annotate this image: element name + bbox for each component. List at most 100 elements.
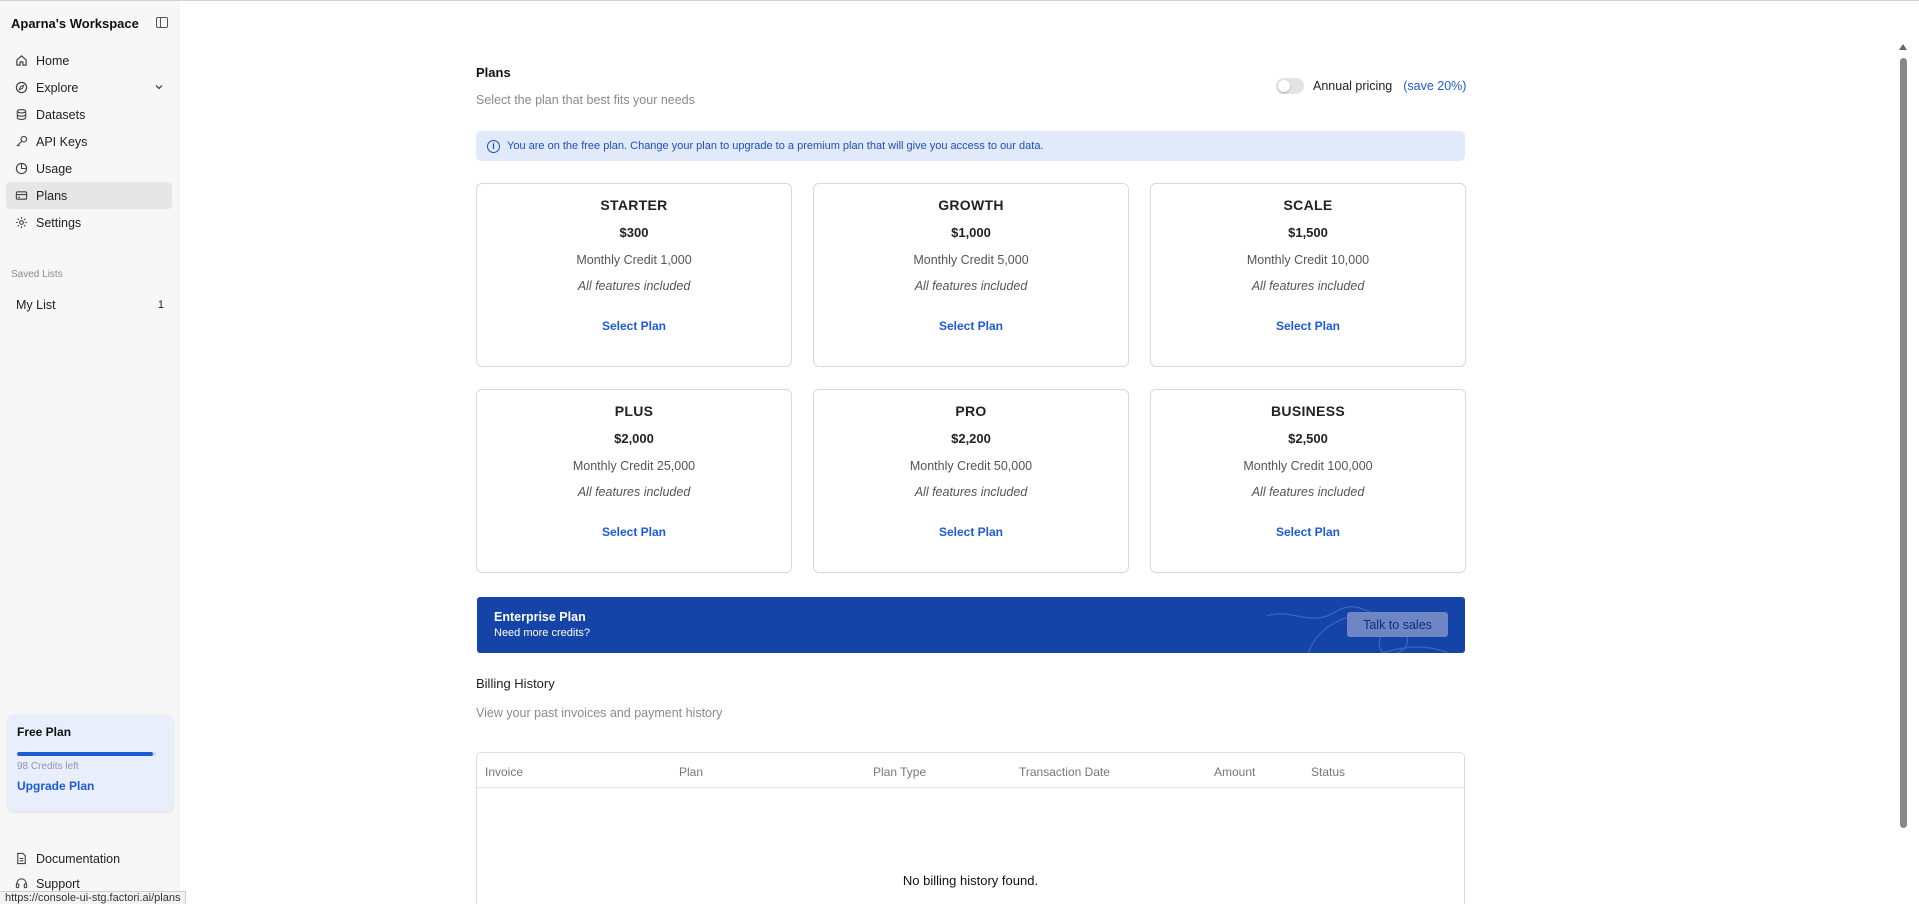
annual-pricing-toggle[interactable] [1276,78,1304,94]
sidebar-item-label: Usage [36,161,73,176]
annual-savings-text: (save 20%) [1403,79,1467,93]
column-header-plan-type[interactable]: Plan Type [873,765,926,779]
plan-price: $2,500 [1288,431,1328,446]
sidebar-item-label: API Keys [36,134,88,149]
sidebar-item-usage[interactable]: Usage [6,155,172,182]
plan-features: All features included [914,279,1028,293]
plan-name: PLUS [614,403,654,419]
table-header: Invoice Plan Plan Type Transaction Date … [477,753,1464,788]
browser-status-url: https://console-ui-stg.factori.ai/plans [0,891,187,904]
plan-credit: Monthly Credit 5,000 [913,253,1029,267]
sidebar-item-label: Support [36,876,80,891]
credit-card-icon [14,189,28,203]
plan-features: All features included [1251,279,1365,293]
sidebar-item-documentation[interactable]: Documentation [6,846,172,871]
plan-price: $1,500 [1288,225,1328,240]
plan-card-scale: SCALE $1,500 Monthly Credit 10,000 All f… [1150,183,1466,367]
sidebar-footer-nav: Documentation Support [6,846,172,896]
plan-card-starter: STARTER $300 Monthly Credit 1,000 All fe… [476,183,792,367]
select-plan-button[interactable]: Select Plan [602,319,666,333]
pie-chart-icon [14,162,28,176]
plan-name: STARTER [600,197,668,213]
plan-credit: Monthly Credit 10,000 [1246,253,1370,267]
info-banner-text: You are on the free plan. Change your pl… [507,140,1044,152]
plan-features: All features included [914,485,1028,499]
sidebar-item-plans[interactable]: Plans [6,182,172,209]
plan-credit: Monthly Credit 50,000 [909,459,1033,473]
enterprise-plan-banner: Enterprise Plan Need more credits? Talk … [477,597,1465,653]
scroll-up-arrow-icon[interactable] [1899,44,1907,50]
sidebar-nav: Home Explore Datasets API Keys Usage Pla… [6,47,172,236]
plan-credit: Monthly Credit 100,000 [1243,459,1373,473]
current-plan-title: Free Plan [17,725,72,739]
plan-features: All features included [1251,485,1365,499]
select-plan-button[interactable]: Select Plan [602,525,666,539]
column-header-invoice[interactable]: Invoice [485,765,523,779]
enterprise-plan-subtitle: Need more credits? [494,627,590,639]
sidebar-item-label: Datasets [36,107,86,122]
plan-card-plus: PLUS $2,000 Monthly Credit 25,000 All fe… [476,389,792,573]
main-scrollbar[interactable] [1897,42,1909,904]
plan-card-pro: PRO $2,200 Monthly Credit 50,000 All fea… [813,389,1129,573]
column-header-status[interactable]: Status [1311,765,1345,779]
sidebar-item-label: Plans [36,188,68,203]
select-plan-button[interactable]: Select Plan [939,319,1003,333]
workspace-title: Aparna's Workspace [11,16,139,31]
plan-card-business: BUSINESS $2,500 Monthly Credit 100,000 A… [1150,389,1466,573]
plan-price: $2,000 [614,431,654,446]
billing-history-title: Billing History [476,676,555,691]
billing-history-table: Invoice Plan Plan Type Transaction Date … [476,752,1465,904]
enterprise-plan-title: Enterprise Plan [494,610,586,624]
page-subtitle: Select the plan that best fits your need… [476,93,695,107]
scrollbar-thumb[interactable] [1900,58,1907,828]
chevron-down-icon[interactable] [154,81,164,95]
select-plan-button[interactable]: Select Plan [1276,319,1340,333]
sidebar-item-label: Settings [36,215,82,230]
plan-name: PRO [955,403,987,419]
compass-icon [14,81,28,95]
sidebar: Aparna's Workspace Home Explore Datasets [0,1,180,904]
plan-features: All features included [577,485,691,499]
saved-list-label: My List [16,298,56,312]
key-icon [14,135,28,149]
saved-list-item[interactable]: My List 1 [6,294,172,316]
sidebar-item-api-keys[interactable]: API Keys [6,128,172,155]
credits-progress-bar [17,752,156,756]
plan-name: BUSINESS [1271,403,1345,419]
sidebar-item-explore[interactable]: Explore [6,74,172,101]
plan-price: $1,000 [951,225,991,240]
gear-icon [14,216,28,230]
select-plan-button[interactable]: Select Plan [1276,525,1340,539]
select-plan-button[interactable]: Select Plan [939,525,1003,539]
talk-to-sales-button[interactable]: Talk to sales [1347,612,1448,637]
home-icon [14,54,28,68]
plan-card-growth: GROWTH $1,000 Monthly Credit 5,000 All f… [813,183,1129,367]
sidebar-item-datasets[interactable]: Datasets [6,101,172,128]
document-icon [14,852,28,866]
upgrade-plan-link[interactable]: Upgrade Plan [17,779,164,793]
empty-state-text: No billing history found. [902,873,1039,888]
info-icon: i [487,139,500,153]
plan-price: $300 [619,225,649,240]
column-header-amount[interactable]: Amount [1214,765,1255,779]
plan-name: GROWTH [938,197,1004,213]
headset-icon [14,877,28,891]
annual-pricing-control: Annual pricing (save 20%) [1276,78,1466,94]
sidebar-item-label: Documentation [36,851,121,866]
column-header-plan[interactable]: Plan [679,765,703,779]
current-plan-card: Free Plan 98 Credits left Upgrade Plan [8,715,173,811]
plan-credit: Monthly Credit 25,000 [572,459,696,473]
column-header-transaction-date[interactable]: Transaction Date [1019,765,1110,779]
sidebar-item-home[interactable]: Home [6,47,172,74]
plan-features: All features included [577,279,691,293]
sidebar-item-settings[interactable]: Settings [6,209,172,236]
billing-history-subtitle: View your past invoices and payment hist… [476,706,723,720]
credits-progress-fill [17,752,154,756]
saved-list-count: 1 [157,299,164,311]
sidebar-item-label: Home [36,53,70,68]
page-title: Plans [476,65,511,80]
plan-credit: Monthly Credit 1,000 [576,253,692,267]
sidebar-collapse-icon[interactable] [156,17,168,28]
sidebar-item-label: Explore [36,80,79,95]
database-icon [14,108,28,122]
